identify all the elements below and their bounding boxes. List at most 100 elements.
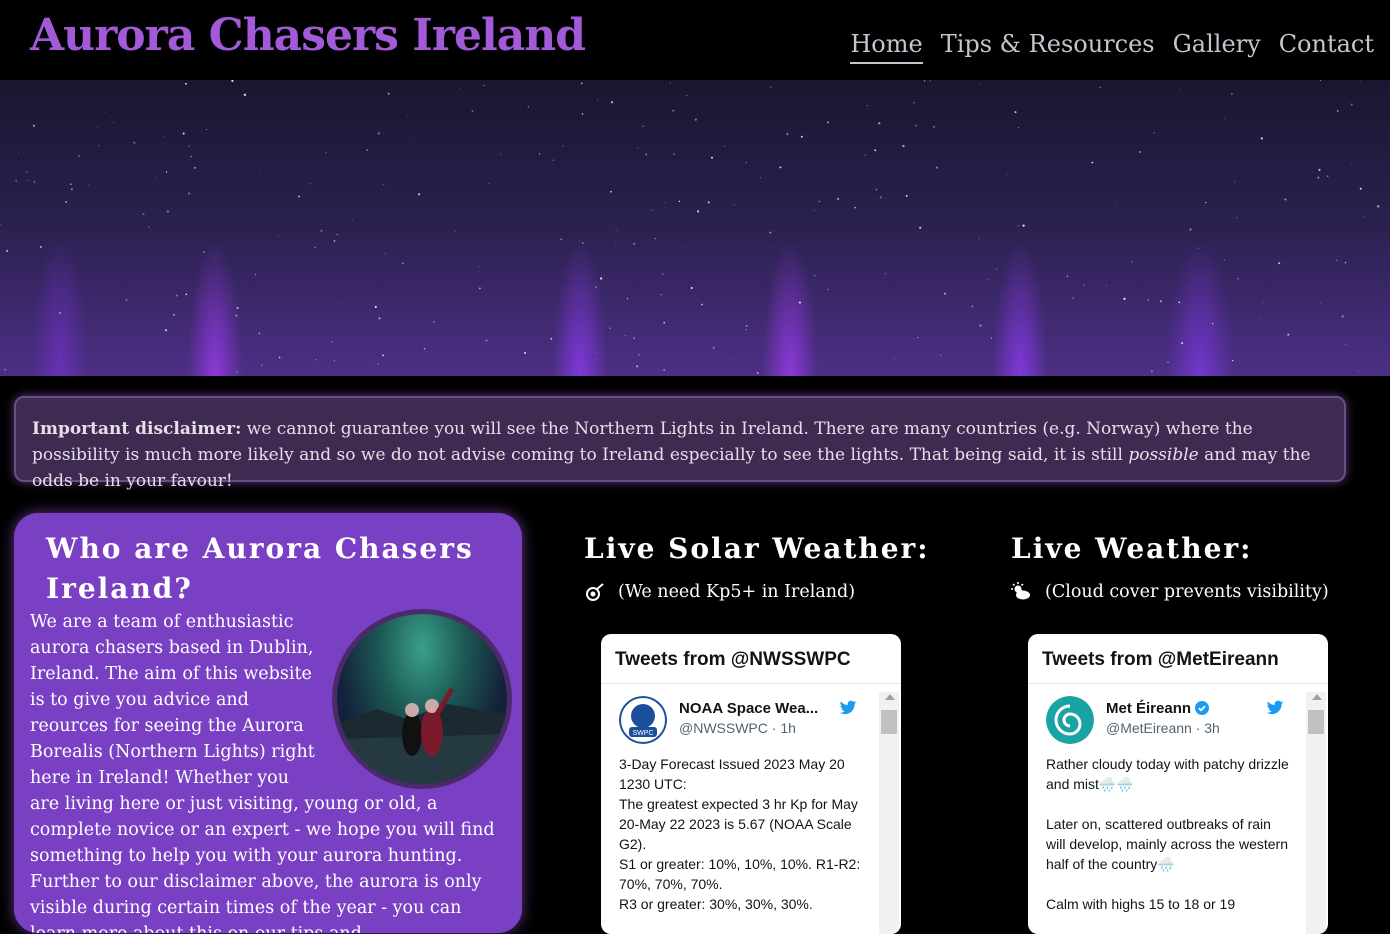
star xyxy=(320,229,323,232)
star xyxy=(231,80,234,82)
star xyxy=(681,245,683,247)
star xyxy=(378,317,381,320)
star xyxy=(1131,261,1133,263)
star xyxy=(78,155,80,157)
star xyxy=(818,201,820,203)
star xyxy=(1345,343,1347,346)
noaa-scrollbar[interactable] xyxy=(879,692,899,934)
star xyxy=(879,196,882,199)
star xyxy=(651,209,653,212)
meteireann-twitter-widget[interactable]: Tweets from @MetEireann Met Éireann @Met… xyxy=(1028,634,1328,934)
met-name[interactable]: Met Éireann xyxy=(1106,700,1210,717)
star xyxy=(772,247,774,249)
disclaimer-label: Important disclaimer: xyxy=(32,419,242,439)
star xyxy=(235,314,238,317)
star xyxy=(1180,88,1182,90)
met-scrollbar[interactable] xyxy=(1306,692,1326,934)
star xyxy=(39,245,42,248)
star xyxy=(1260,137,1263,140)
star xyxy=(309,183,311,185)
star xyxy=(595,286,598,289)
star xyxy=(18,152,20,154)
star xyxy=(913,338,915,340)
met-tweet-text: Rather cloudy today with patchy drizzle … xyxy=(1046,756,1289,912)
verified-badge-icon xyxy=(1195,701,1210,715)
star xyxy=(610,190,612,193)
star xyxy=(798,301,802,304)
star xyxy=(32,124,35,127)
star xyxy=(172,313,176,316)
star xyxy=(314,246,316,249)
star xyxy=(878,122,881,125)
star xyxy=(325,152,327,154)
star xyxy=(1072,297,1075,299)
star xyxy=(330,340,333,343)
star xyxy=(190,155,193,158)
star xyxy=(1189,228,1192,231)
star xyxy=(70,183,72,185)
star xyxy=(580,82,583,85)
noaa-widget-title[interactable]: Tweets from @NWSSWPC xyxy=(601,634,901,684)
noaa-avatar[interactable]: SWPC xyxy=(619,696,667,744)
star xyxy=(599,277,603,280)
star xyxy=(826,121,829,124)
twitter-bird-icon[interactable] xyxy=(839,700,857,716)
star xyxy=(1354,132,1356,134)
solar-heading: Live Solar Weather: xyxy=(584,532,930,565)
star xyxy=(814,274,816,277)
star xyxy=(423,347,426,350)
star xyxy=(745,324,748,327)
nav-tips-resources[interactable]: Tips & Resources xyxy=(941,30,1155,64)
star xyxy=(1167,361,1169,364)
star xyxy=(165,171,168,173)
noaa-twitter-widget[interactable]: Tweets from @NWSSWPC SWPC NOAA Space Wea… xyxy=(601,634,901,934)
star xyxy=(1178,301,1181,304)
star xyxy=(164,135,166,137)
star xyxy=(98,145,100,147)
met-eireann-avatar[interactable] xyxy=(1046,696,1094,744)
star xyxy=(550,337,553,340)
star xyxy=(1198,248,1200,250)
star xyxy=(935,166,938,169)
met-widget-title[interactable]: Tweets from @MetEireann xyxy=(1028,634,1328,684)
star xyxy=(1237,278,1239,280)
star xyxy=(1231,93,1233,95)
star xyxy=(298,195,301,198)
star xyxy=(940,354,942,356)
star xyxy=(769,231,772,234)
star xyxy=(864,154,866,156)
about-panel: Who are Aurora Chasers Ireland? We are a… xyxy=(14,513,522,933)
star xyxy=(408,375,410,376)
star xyxy=(188,192,191,195)
nav-home[interactable]: Home xyxy=(850,30,923,64)
noaa-handle[interactable]: @NWSSWPC · 1h xyxy=(679,720,796,736)
star xyxy=(660,294,662,296)
nav-contact[interactable]: Contact xyxy=(1279,30,1374,64)
star xyxy=(638,353,640,356)
weather-note: (Cloud cover prevents visibility) xyxy=(1045,582,1329,602)
star xyxy=(383,183,385,185)
twitter-bird-icon[interactable] xyxy=(1266,700,1284,716)
star xyxy=(1259,316,1261,318)
star xyxy=(33,181,36,183)
star xyxy=(1007,174,1008,176)
star xyxy=(1320,303,1322,305)
star xyxy=(609,327,611,329)
star xyxy=(1377,205,1380,208)
star xyxy=(978,238,980,240)
star xyxy=(277,235,279,237)
star xyxy=(1091,161,1094,164)
star xyxy=(184,82,187,85)
star xyxy=(1351,164,1352,165)
star xyxy=(374,305,377,308)
star xyxy=(1360,81,1362,82)
met-handle[interactable]: @MetEireann · 3h xyxy=(1106,720,1220,736)
about-heading: Who are Aurora Chasers Ireland? xyxy=(46,532,474,605)
tips-link[interactable]: tips and xyxy=(291,924,362,933)
star xyxy=(1017,225,1019,227)
star xyxy=(786,133,789,136)
site-logo[interactable]: Aurora Chasers Ireland xyxy=(30,10,586,61)
star xyxy=(1242,247,1244,249)
nav-gallery[interactable]: Gallery xyxy=(1173,30,1261,64)
noaa-name[interactable]: NOAA Space Wea... xyxy=(679,700,818,717)
